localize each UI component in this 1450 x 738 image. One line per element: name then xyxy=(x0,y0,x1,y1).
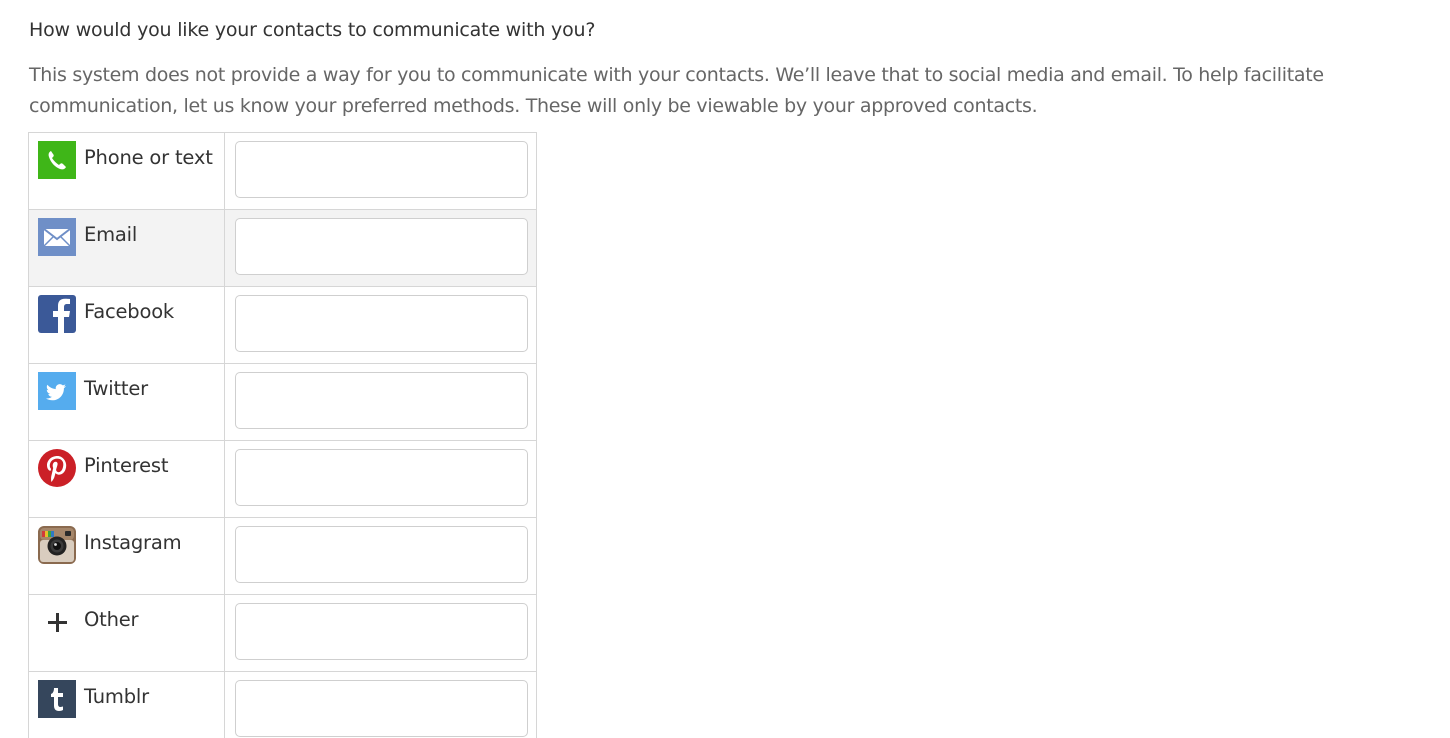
method-label-cell: Other xyxy=(29,595,225,671)
instagram-input[interactable] xyxy=(235,526,528,583)
pinterest-icon xyxy=(38,449,76,487)
tumblr-input[interactable] xyxy=(235,680,528,737)
tumblr-icon xyxy=(38,680,76,718)
method-label-cell: Instagram xyxy=(29,518,225,594)
facebook-icon xyxy=(38,295,76,333)
instagram-icon xyxy=(38,526,76,564)
method-label: Pinterest xyxy=(84,454,169,477)
method-label-cell: Phone or text xyxy=(29,133,225,209)
description-text: This system does not provide a way for y… xyxy=(29,60,1429,122)
method-label: Other xyxy=(84,608,139,631)
method-label: Tumblr xyxy=(84,685,149,708)
method-label: Instagram xyxy=(84,531,182,554)
method-label-cell: Email xyxy=(29,210,225,286)
method-label-cell: Twitter xyxy=(29,364,225,440)
method-row-tumblr: Tumblr xyxy=(29,672,536,738)
contact-methods-table: Phone or text Email Facebook Twitter Pin… xyxy=(28,132,537,738)
description-line: This system does not provide a way for y… xyxy=(29,64,1324,86)
method-label: Phone or text xyxy=(84,146,213,169)
twitter-input[interactable] xyxy=(235,372,528,429)
method-label: Twitter xyxy=(84,377,148,400)
method-row-phone: Phone or text xyxy=(29,133,536,210)
method-label-cell: Facebook xyxy=(29,287,225,363)
pinterest-input[interactable] xyxy=(235,449,528,506)
other-input[interactable] xyxy=(235,603,528,660)
method-row-other: Other xyxy=(29,595,536,672)
method-label: Facebook xyxy=(84,300,175,323)
phone-icon xyxy=(38,141,76,179)
method-label-cell: Pinterest xyxy=(29,441,225,517)
phone-input[interactable] xyxy=(235,141,528,198)
method-row-pinterest: Pinterest xyxy=(29,441,536,518)
method-label: Email xyxy=(84,223,138,246)
question-heading: How would you like your contacts to comm… xyxy=(29,19,596,41)
plus-icon xyxy=(48,613,67,632)
method-row-twitter: Twitter xyxy=(29,364,536,441)
envelope-icon xyxy=(38,218,76,256)
method-row-facebook: Facebook xyxy=(29,287,536,364)
method-row-instagram: Instagram xyxy=(29,518,536,595)
contact-preferences-page: How would you like your contacts to comm… xyxy=(0,0,1450,738)
twitter-icon xyxy=(38,372,76,410)
facebook-input[interactable] xyxy=(235,295,528,352)
method-label-cell: Tumblr xyxy=(29,672,225,738)
description-line: communication, let us know your preferre… xyxy=(29,95,1038,117)
method-row-email: Email xyxy=(29,210,536,287)
email-input[interactable] xyxy=(235,218,528,275)
